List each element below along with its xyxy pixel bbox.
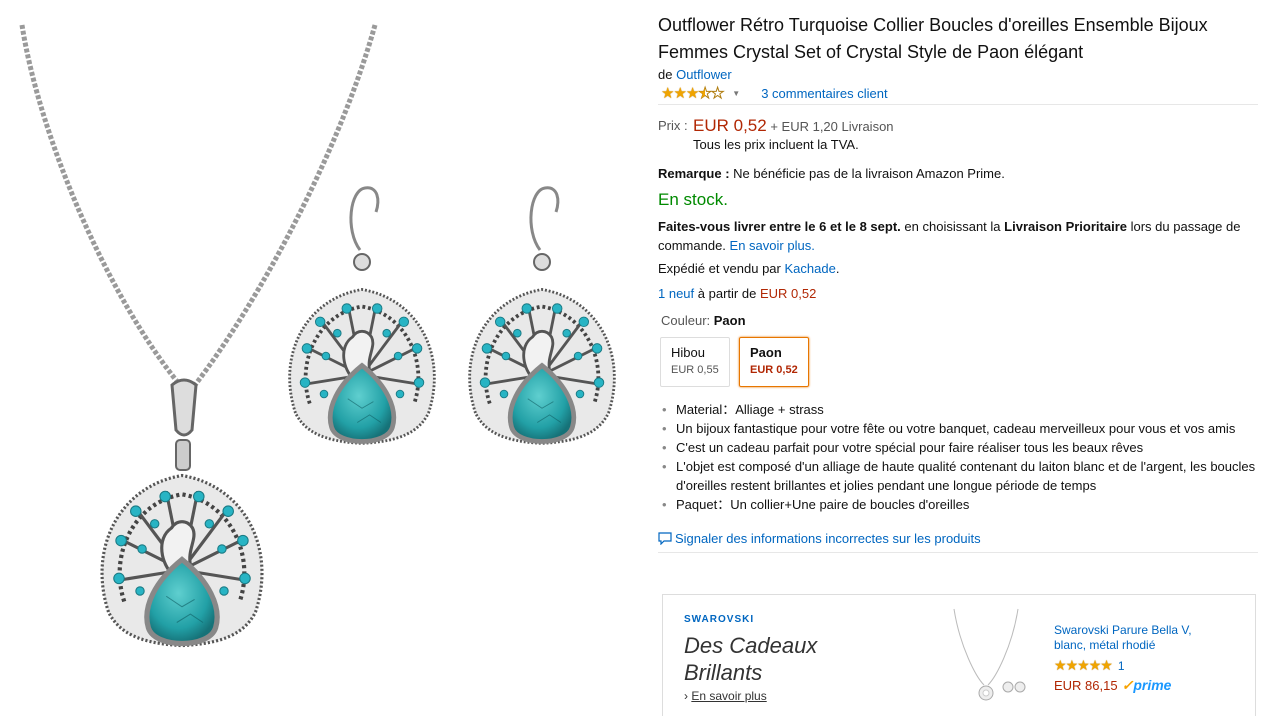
ad-headline: Des Cadeaux Brillants bbox=[684, 633, 818, 685]
product-image[interactable] bbox=[0, 0, 640, 716]
swatch-name: Paon bbox=[750, 345, 782, 360]
delivery-method: Livraison Prioritaire bbox=[1004, 219, 1127, 234]
ad-more-text: En savoir plus bbox=[691, 689, 767, 703]
color-swatches: Hibou EUR 0,55 Paon EUR 0,52 bbox=[660, 337, 1258, 387]
half-star-icon: ★ bbox=[698, 85, 713, 102]
prime-check-icon: ✓ bbox=[1121, 677, 1134, 693]
swatch-hibou[interactable]: Hibou EUR 0,55 bbox=[660, 337, 730, 387]
star-icon: ★ bbox=[673, 84, 686, 102]
color-label: Couleur: bbox=[661, 313, 711, 328]
report-link[interactable]: Signaler des informations incorrectes su… bbox=[675, 531, 981, 546]
delivery-dates: Faites-vous livrer entre le 6 et le 8 se… bbox=[658, 219, 901, 234]
star-icon: ★ bbox=[685, 84, 699, 102]
remark-label: Remarque : bbox=[658, 166, 730, 181]
ad-price-row: EUR 86,15 ✓prime bbox=[1054, 677, 1171, 694]
feature-bullet: Un bijoux fantastique pour votre fête ou… bbox=[658, 419, 1258, 438]
ad-more-link[interactable]: › En savoir plus bbox=[684, 689, 767, 703]
ad-price: EUR 86,15 bbox=[1054, 678, 1118, 693]
product-info: Outflower Rétro Turquoise Collier Boucle… bbox=[658, 12, 1258, 553]
report-row: Signaler des informations incorrectes su… bbox=[658, 531, 1258, 553]
color-selected: Paon bbox=[713, 313, 746, 328]
reviews-link[interactable]: 3 commentaires client bbox=[761, 86, 887, 101]
stock-status: En stock. bbox=[658, 190, 728, 209]
chevron-down-icon[interactable]: ▼ bbox=[732, 89, 740, 98]
rating-stars[interactable]: ★ ★ ★ ★ ★ bbox=[661, 84, 725, 102]
ad-product-image[interactable] bbox=[946, 607, 1036, 715]
by-prefix: de bbox=[658, 67, 673, 82]
delivery-text: en choisissant la bbox=[904, 219, 1001, 234]
byline: de Outflower bbox=[658, 67, 1258, 85]
delivery-info: Faites-vous livrer entre le 6 et le 8 se… bbox=[658, 217, 1258, 255]
shipping-cost: + EUR 1,20 Livraison bbox=[770, 119, 894, 134]
feature-bullet: C'est un cadeau parfait pour votre spéci… bbox=[658, 438, 1258, 457]
ad-rating-count[interactable]: 1 bbox=[1118, 659, 1125, 673]
swatch-price: EUR 0,52 bbox=[750, 364, 798, 376]
remark: Remarque : Ne bénéficie pas de la livrai… bbox=[658, 166, 1258, 181]
vat-note: Tous les prix incluent la TVA. bbox=[693, 137, 859, 152]
swatch-name: Hibou bbox=[671, 345, 705, 360]
shipped-prefix: Expédié et vendu par bbox=[658, 261, 781, 276]
seller-link[interactable]: Kachade bbox=[785, 261, 836, 276]
color-selector-label: Couleur: Paon bbox=[661, 313, 1258, 328]
ad-product-title[interactable]: Swarovski Parure Bella V, blanc, métal r… bbox=[1054, 623, 1214, 653]
swatch-price: EUR 0,55 bbox=[671, 364, 719, 376]
price-label: Prix : bbox=[658, 118, 688, 133]
offers-price: EUR 0,52 bbox=[759, 286, 817, 301]
offers-link[interactable]: 1 neuf bbox=[658, 286, 694, 301]
feature-bullet: Material：Alliage + strass bbox=[658, 400, 1258, 419]
ad-brand: SWAROVSKI bbox=[684, 614, 755, 625]
brand-link[interactable]: Outflower bbox=[676, 67, 732, 82]
price: EUR 0,52 bbox=[693, 116, 767, 135]
feature-bullet: L'objet est composé d'un alliage de haut… bbox=[658, 457, 1258, 495]
speech-bubble-icon bbox=[658, 532, 672, 545]
rating-row: ★ ★ ★ ★ ★ ▼ 3 commentaires client bbox=[658, 85, 1258, 105]
prime-label: prime bbox=[1133, 677, 1172, 693]
empty-star-icon: ★ bbox=[710, 84, 725, 102]
offers-text: à partir de bbox=[697, 286, 757, 301]
remark-text: Ne bénéficie pas de la livraison Amazon … bbox=[733, 166, 1005, 181]
shipped-by: Expédié et vendu par Kachade. bbox=[658, 261, 840, 276]
prime-badge: ✓prime bbox=[1122, 677, 1172, 694]
star-icon: ★ bbox=[1100, 657, 1113, 673]
jewelry-set-image bbox=[19, 24, 640, 716]
offers-row: 1 neuf à partir de EUR 0,52 bbox=[658, 286, 1258, 301]
swatch-paon[interactable]: Paon EUR 0,52 bbox=[739, 337, 809, 387]
star-icon: ★ bbox=[661, 84, 674, 102]
ad-rating[interactable]: ★ ★ ★ ★ ★ 1 bbox=[1054, 657, 1125, 674]
product-title: Outflower Rétro Turquoise Collier Boucle… bbox=[658, 15, 1208, 62]
feature-bullets: Material：Alliage + strass Un bijoux fant… bbox=[658, 400, 1258, 514]
price-block: Prix : EUR 0,52 + EUR 1,20 Livraison Tou… bbox=[658, 116, 1258, 154]
sponsored-ad[interactable]: SWAROVSKI Des Cadeaux Brillants › En sav… bbox=[662, 594, 1256, 716]
feature-bullet: Paquet：Un collier+Une paire de boucles d… bbox=[658, 495, 1258, 514]
learn-more-link[interactable]: En savoir plus. bbox=[730, 238, 815, 253]
